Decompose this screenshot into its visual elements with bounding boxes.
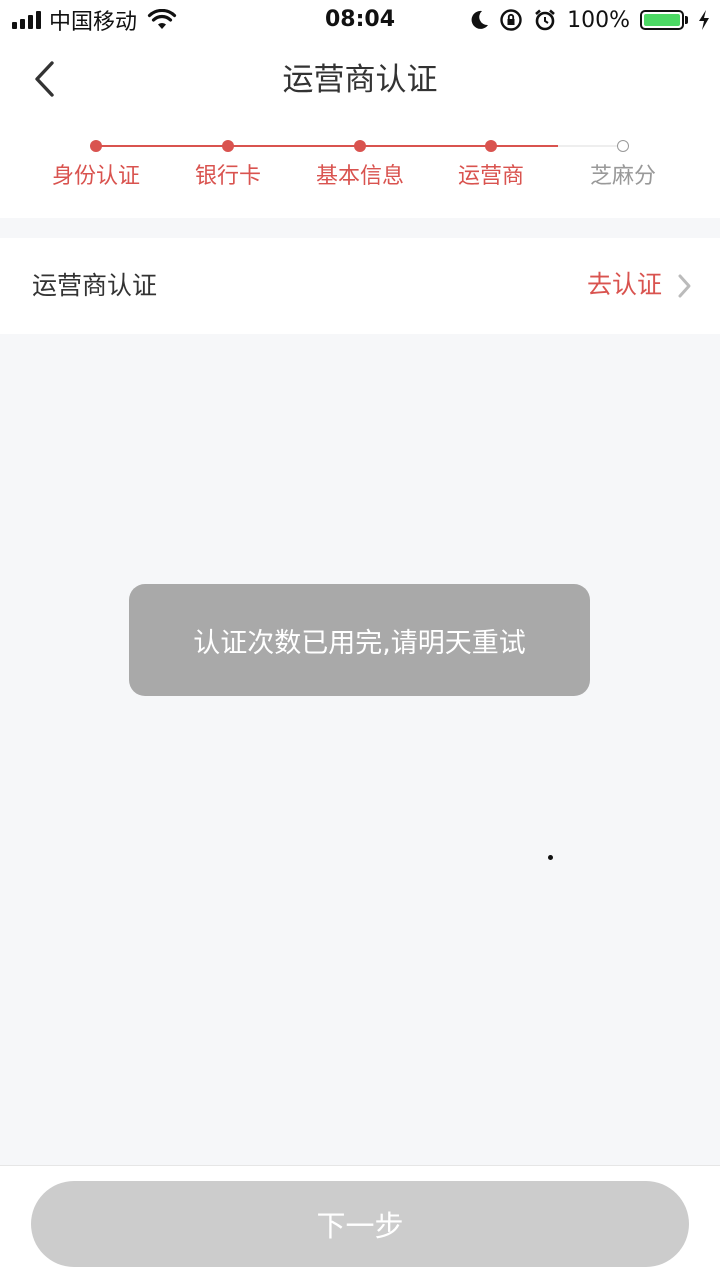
section-gap <box>0 218 720 238</box>
step-label-sesame-score: 芝麻分 <box>589 164 656 189</box>
touch-indicator-dot <box>548 855 553 860</box>
battery-icon <box>640 10 688 30</box>
alarm-icon <box>535 9 555 31</box>
step-dot-4 <box>485 140 497 152</box>
step-dot-3 <box>354 140 366 152</box>
step-label-basic-info: 基本信息 <box>315 164 404 189</box>
charging-icon <box>699 10 709 30</box>
operator-auth-row[interactable]: 运营商认证 去认证 <box>0 238 720 334</box>
next-step-button[interactable]: 下一步 <box>31 1181 689 1267</box>
step-dot-5 <box>617 140 629 152</box>
step-label-identity: 身份认证 <box>51 164 140 189</box>
step-line-pending <box>558 145 620 147</box>
toast-message: 认证次数已用完,请明天重试 <box>129 584 590 696</box>
rotation-lock-icon <box>500 9 522 31</box>
operator-auth-label: 运营商认证 <box>32 271 158 300</box>
go-authenticate-link[interactable]: 去认证 <box>587 269 662 301</box>
chevron-right-icon <box>678 274 691 298</box>
step-dot-1 <box>90 140 102 152</box>
step-label-operator: 运营商 <box>457 164 524 189</box>
status-bar: 中国移动 08:04 100% <box>0 0 720 40</box>
step-label-bank-card: 银行卡 <box>194 164 261 189</box>
progress-steps: 身份认证 银行卡 基本信息 运营商 芝麻分 <box>0 122 720 218</box>
toast-text: 认证次数已用完,请明天重试 <box>193 627 526 659</box>
page-title: 运营商认证 <box>282 62 438 98</box>
nav-bar: 运营商认证 <box>0 40 720 122</box>
battery-percent: 100% <box>567 7 630 33</box>
step-dot-2 <box>222 140 234 152</box>
moon-icon <box>471 10 489 29</box>
status-right: 100% <box>469 6 710 34</box>
bottom-bar: 下一步 <box>0 1165 720 1280</box>
